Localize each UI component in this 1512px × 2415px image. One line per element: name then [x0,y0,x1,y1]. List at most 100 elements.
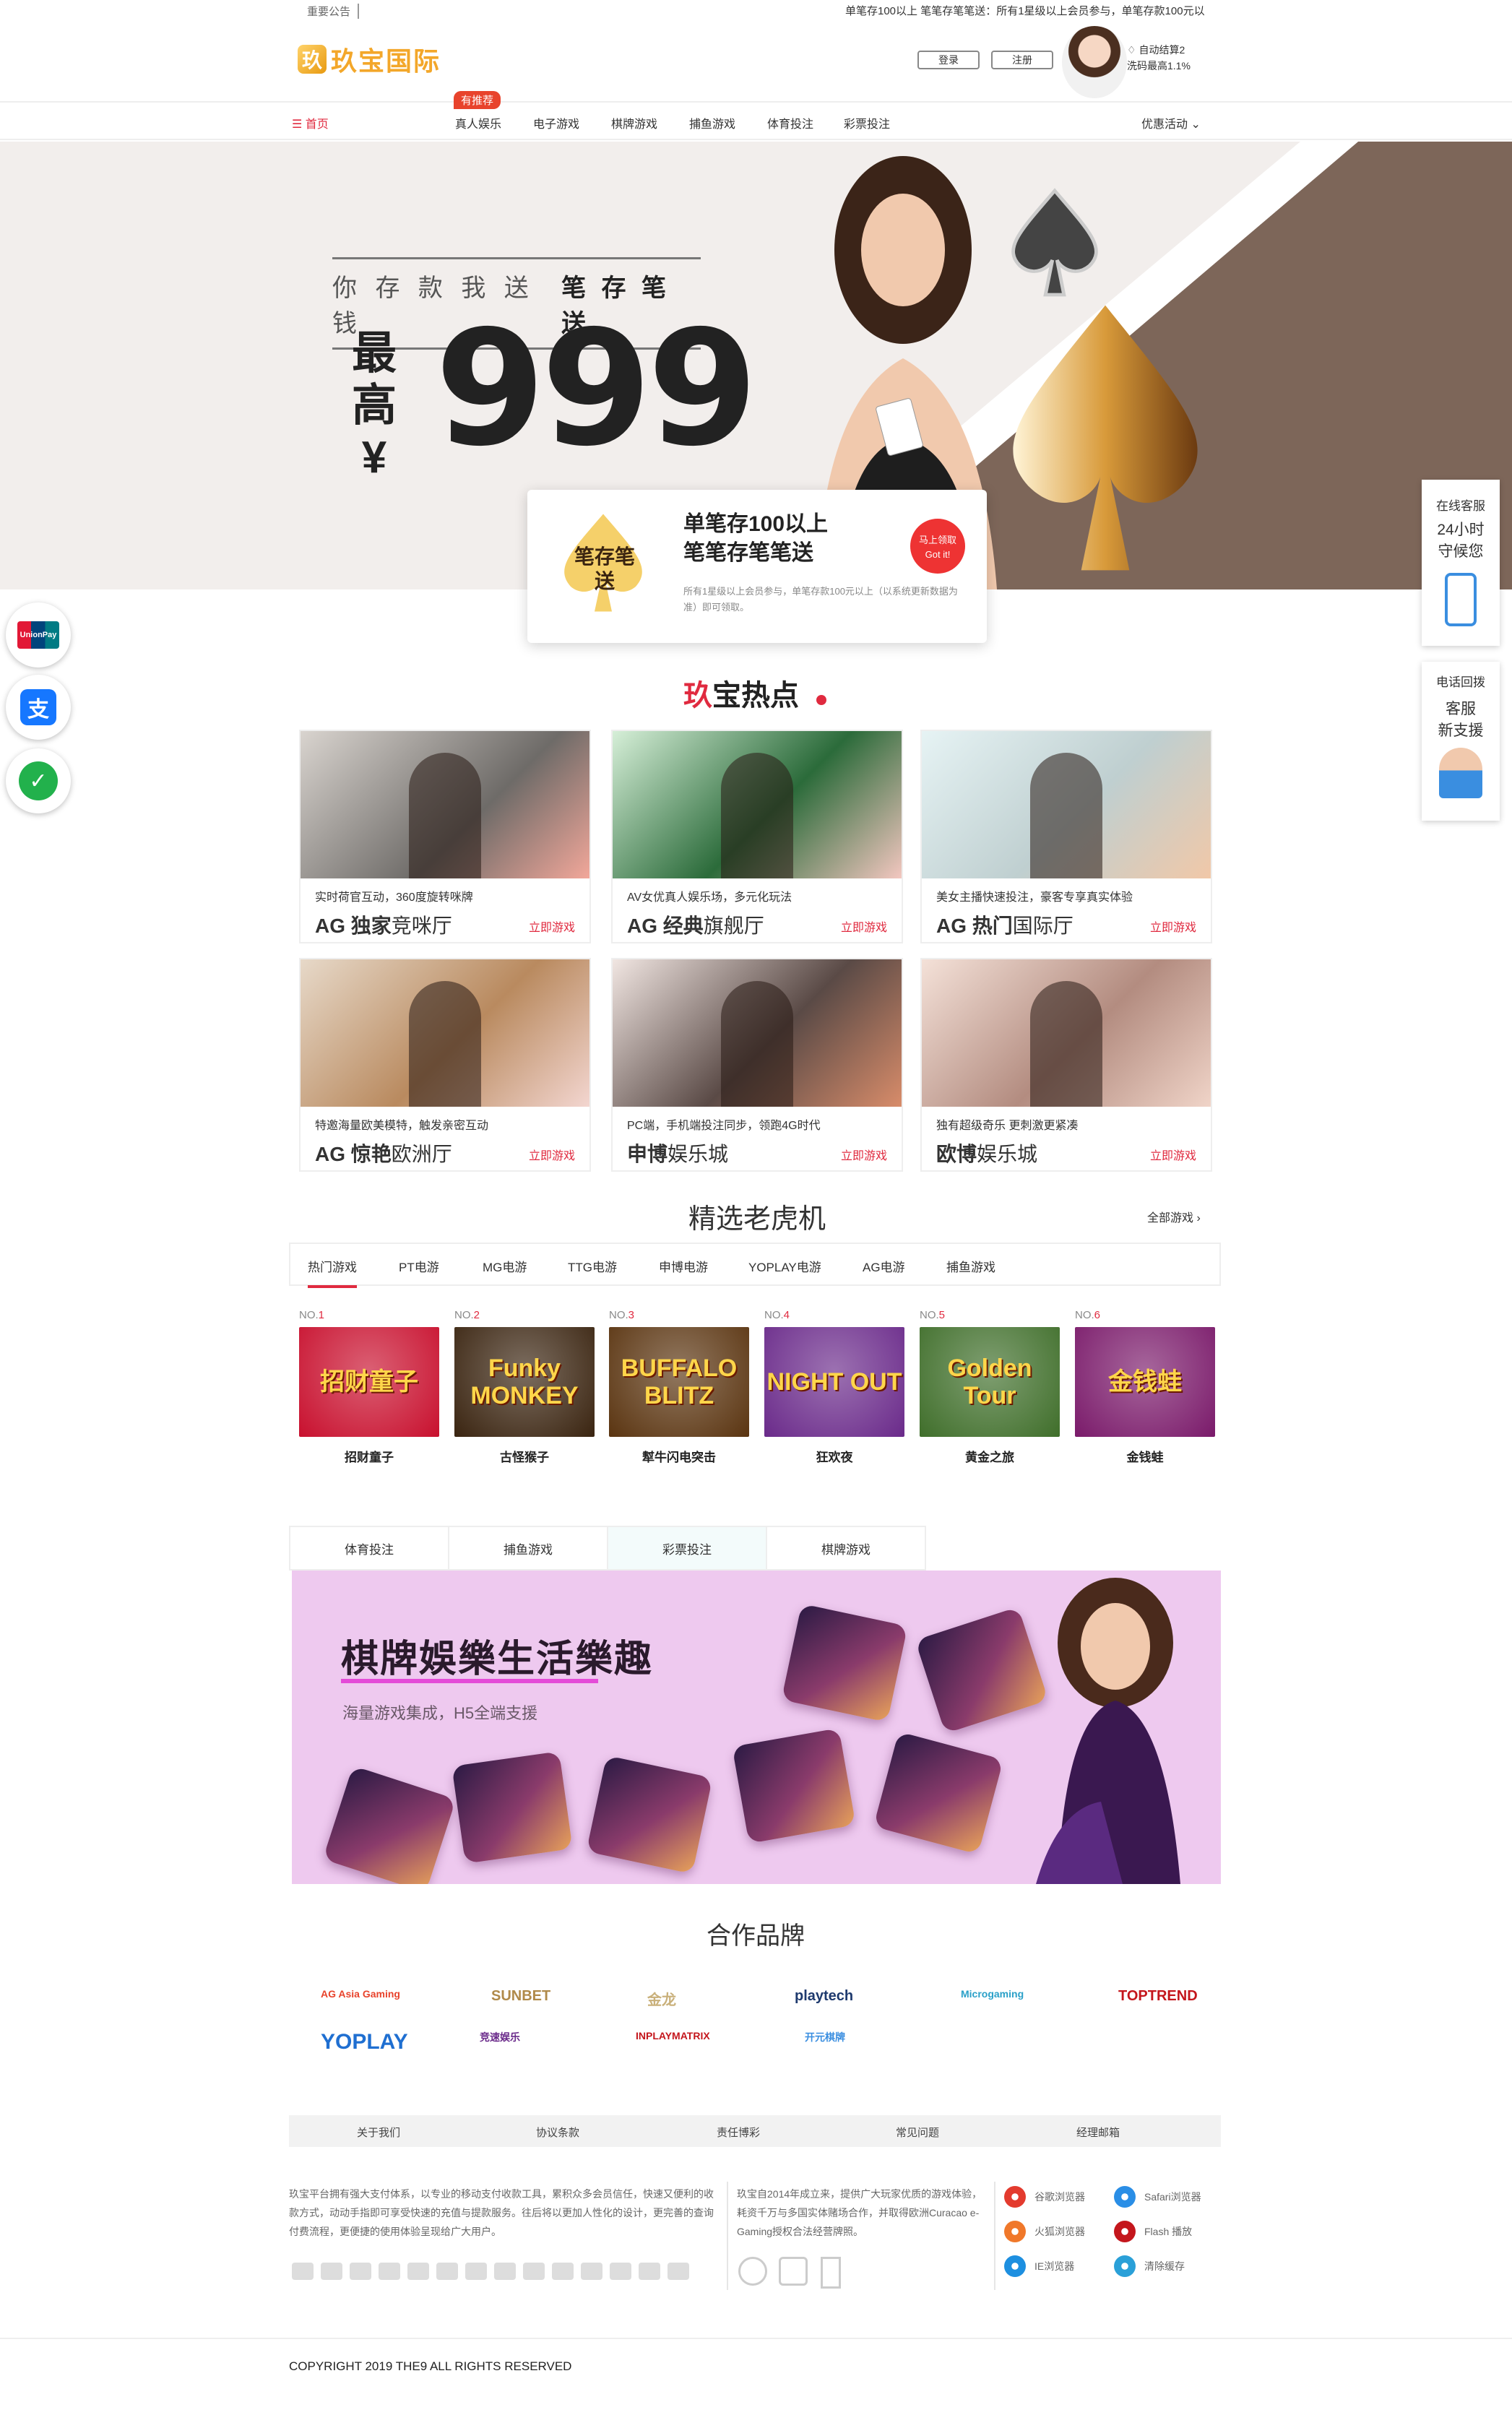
play-now-link[interactable]: 立即游戏 [1150,917,1196,935]
hot-card[interactable]: AV女优真人娱乐场，多元化玩法 AG 经典旗舰厅 立即游戏 [611,730,903,943]
play-now-link[interactable]: 立即游戏 [841,1146,887,1163]
play-now-link[interactable]: 立即游戏 [841,917,887,935]
notice-marquee[interactable]: 单笔存100以上 笔笔存笔笔送：所有1星级以上会员参与，单笔存款100元以 [845,3,1221,18]
logo-mark: 玖 [298,45,327,74]
slot-tab[interactable]: YOPLAY电游 [748,1257,821,1275]
slot-thumbnail[interactable]: Funky MONKEY [454,1327,595,1437]
footer-link-manager[interactable]: 经理邮箱 [1076,2125,1120,2140]
partner-logo[interactable]: AG Asia Gaming [321,1988,400,2000]
browser-link[interactable]: IE浏览器 [1004,2255,1074,2277]
partner-logo[interactable]: INPLAYMATRIX [636,2030,710,2042]
hot-card[interactable]: 美女主播快速投注，豪客专享真实体验 AG 热门国际厅 立即游戏 [920,730,1212,943]
footer-link-terms[interactable]: 协议条款 [536,2125,579,2140]
slot-tab[interactable]: 热门游戏 [308,1257,357,1288]
hot-card-image [613,731,902,878]
slot-thumbnail[interactable]: BUFFALO BLITZ [609,1327,749,1437]
hot-card-name: 申博娱乐城 [627,1139,728,1167]
chess-banner[interactable]: 棋牌娛樂生活樂趣 海量游戏集成，H5全端支援 [292,1571,1221,1884]
nav-promo[interactable]: 优惠活动 ⌄ [1141,114,1201,131]
promo-card[interactable]: 笔存笔送 单笔存100以上 笔笔存笔笔送 所有1星级以上会员参与，单笔存款100… [527,490,987,643]
payment-icon [668,2263,689,2280]
browser-link[interactable]: Safari浏览器 [1114,2186,1201,2208]
play-now-link[interactable]: 立即游戏 [529,1146,575,1163]
partner-logo[interactable]: Microgaming [961,1988,1024,2000]
footer-payment-text: 玖宝平台拥有强大支付体系，以专业的移动支付收款工具，累积众多会员信任，快速又便利… [289,2188,714,2237]
hot-card-desc: 实时荷官互动，360度旋转咪牌 [315,891,473,904]
hot-card[interactable]: 实时荷官互动，360度旋转咪牌 AG 独家竞咪厅 立即游戏 [299,730,591,943]
slot-game[interactable]: NO.4 NIGHT OUT 狂欢夜 [764,1309,904,1465]
site-logo[interactable]: 玖 玖宝国际 [298,40,441,78]
hot-card[interactable]: 独有超级奇乐 更刺激更紧凑 欧博娱乐城 立即游戏 [920,958,1212,1172]
hot-card-desc: 特邀海量欧美模特，触发亲密互动 [315,1120,489,1132]
partner-logo[interactable]: SUNBET [491,1988,550,2005]
footer-link-about[interactable]: 关于我们 [357,2125,400,2140]
nav-home[interactable]: ☰ 首页 [292,114,329,131]
slot-rank: NO.4 [764,1309,904,1321]
wechat-button[interactable]: ✓ [6,748,71,813]
nav-item-sports[interactable]: 体育投注 [767,114,813,131]
payment-icon [494,2263,516,2280]
slot-rank-number: 1 [318,1309,325,1321]
nav-item-slots[interactable]: 电子游戏 [533,114,579,131]
hot-card-brand: AG [627,915,657,937]
slot-game[interactable]: NO.5 Golden Tour 黄金之旅 [920,1309,1060,1465]
slot-game[interactable]: NO.3 BUFFALO BLITZ 犎牛闪电突击 [609,1309,749,1465]
tab-chess[interactable]: 棋牌游戏 [766,1526,926,1571]
partner-logo[interactable]: 竞速娱乐 [480,2030,520,2044]
slot-thumbnail[interactable]: 金钱蛙 [1075,1327,1215,1437]
banner-max-label: 最高 [351,329,397,431]
tab-fishing[interactable]: 捕鱼游戏 [448,1526,608,1571]
promo-claim-button[interactable]: 马上领取 Got it! [910,519,965,574]
tab-sports[interactable]: 体育投注 [289,1526,449,1571]
slot-thumbnail[interactable]: Golden Tour [920,1327,1060,1437]
unionpay-button[interactable]: UnionPay [6,602,71,668]
slot-tab[interactable]: AG电游 [863,1257,905,1275]
partner-logo[interactable]: YOPLAY [321,2030,408,2055]
chevron-down-icon: ⌄ [1191,118,1201,131]
browser-link[interactable]: 火狐浏览器 [1004,2221,1085,2242]
partner-logo[interactable]: TOPTREND [1118,1988,1198,2005]
partner-logo[interactable]: 开元棋牌 [805,2030,845,2044]
login-button[interactable]: 登录 [917,51,980,69]
all-games-link[interactable]: 全部游戏 › [1147,1208,1201,1225]
play-now-link[interactable]: 立即游戏 [1150,1146,1196,1163]
hot-card[interactable]: PC端，手机端投注同步，领跑4G时代 申博娱乐城 立即游戏 [611,958,903,1172]
slot-thumbnail[interactable]: NIGHT OUT [764,1327,904,1437]
slot-tab[interactable]: PT电游 [399,1257,439,1275]
footer-link-faq[interactable]: 常见问题 [896,2125,939,2140]
browser-name: 清除缓存 [1144,2260,1185,2272]
partner-logo[interactable]: 金龙 [647,1988,676,2009]
slot-rank: NO.2 [454,1309,595,1321]
tab-lottery[interactable]: 彩票投注 [607,1526,767,1571]
slot-game[interactable]: NO.2 Funky MONKEY 古怪猴子 [454,1309,595,1465]
slot-game[interactable]: NO.1 招财童子 招财童子 [299,1309,439,1465]
browser-link[interactable]: 谷歌浏览器 [1004,2186,1085,2208]
slot-game[interactable]: NO.6 金钱蛙 金钱蛙 [1075,1309,1215,1465]
footer-divider [0,2338,1512,2339]
unionpay-icon: UnionPay [17,621,59,649]
hot-card-brand: AG [315,1143,345,1165]
hot-card[interactable]: 特邀海量欧美模特，触发亲密互动 AG 惊艳欧洲厅 立即游戏 [299,958,591,1172]
play-now-link[interactable]: 立即游戏 [529,917,575,935]
nav-item-fishing[interactable]: 捕鱼游戏 [689,114,735,131]
payment-icon [350,2263,371,2280]
copyright: COPYRIGHT 2019 THE9 ALL RIGHTS RESERVED [289,2359,572,2373]
browser-link[interactable]: Flash 播放 [1114,2221,1192,2242]
callback-float[interactable]: 电话回拨 客服 新支援 [1422,662,1500,821]
slot-tab[interactable]: TTG电游 [568,1257,617,1275]
slot-thumbnail[interactable]: 招财童子 [299,1327,439,1437]
footer-link-responsible[interactable]: 责任博彩 [717,2125,760,2140]
register-button[interactable]: 注册 [991,51,1053,69]
partner-logo[interactable]: playtech [795,1988,853,2005]
nav-item-lottery[interactable]: 彩票投注 [844,114,890,131]
online-service-float[interactable]: 在线客服 24小时 守候您 [1422,480,1500,646]
slot-tab[interactable]: 申博电游 [659,1257,708,1275]
hot-card-rest: 欧洲厅 [391,1143,452,1165]
slot-tab[interactable]: MG电游 [483,1257,527,1275]
alipay-button[interactable]: 支 [6,675,71,740]
slot-rank: NO.5 [920,1309,1060,1321]
browser-link[interactable]: 清除缓存 [1114,2255,1185,2277]
nav-item-live[interactable]: 真人娱乐 [455,114,501,131]
slot-tab[interactable]: 捕鱼游戏 [946,1257,995,1275]
nav-item-chess[interactable]: 棋牌游戏 [611,114,657,131]
